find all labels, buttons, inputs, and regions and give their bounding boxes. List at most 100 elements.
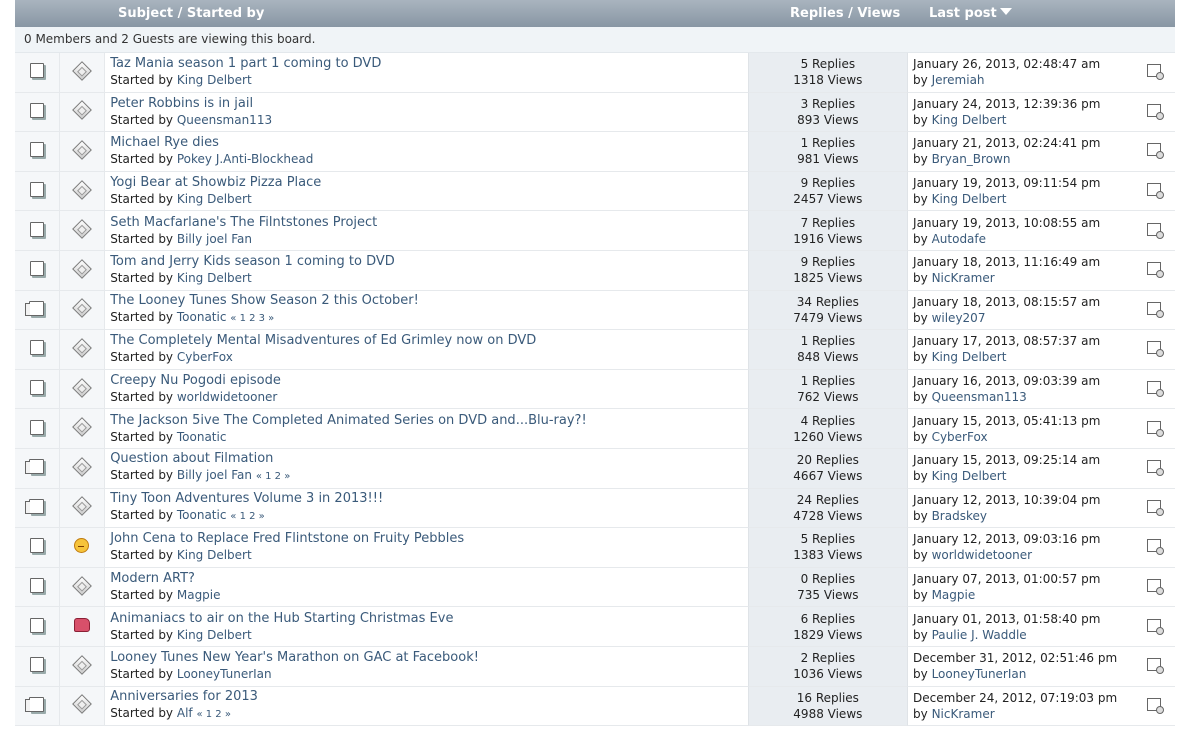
starter-link[interactable]: Alf bbox=[177, 706, 193, 720]
starter-link[interactable]: King Delbert bbox=[177, 548, 252, 562]
last-poster-link[interactable]: King Delbert bbox=[932, 350, 1007, 364]
last-poster-link[interactable]: wiley207 bbox=[932, 311, 986, 325]
subject-cell: The Completely Mental Misadventures of E… bbox=[105, 330, 749, 370]
topic-icon-cell bbox=[15, 250, 60, 291]
go-to-last-post-icon[interactable] bbox=[1147, 499, 1165, 516]
go-to-last-post-icon[interactable] bbox=[1147, 420, 1165, 437]
starter-link[interactable]: CyberFox bbox=[177, 350, 233, 364]
topic-subject-link[interactable]: Peter Robbins is in jail bbox=[110, 96, 747, 112]
go-to-last-post-icon[interactable] bbox=[1147, 103, 1165, 120]
go-to-last-post-cell bbox=[1133, 686, 1175, 727]
diamond-message-icon bbox=[71, 377, 92, 398]
started-by-label: Started by bbox=[110, 390, 177, 405]
page-links[interactable]: « 1 2 » bbox=[256, 471, 291, 482]
go-to-last-post-icon[interactable] bbox=[1147, 143, 1165, 160]
starter-link[interactable]: Toonatic bbox=[177, 310, 227, 324]
go-to-last-post-cell bbox=[1133, 53, 1175, 93]
last-poster-link[interactable]: King Delbert bbox=[932, 469, 1007, 483]
starter-link[interactable]: King Delbert bbox=[177, 271, 252, 285]
go-to-last-post-icon[interactable] bbox=[1147, 183, 1165, 200]
sort-replies-link[interactable]: Replies / Views bbox=[790, 6, 900, 21]
last-poster-link[interactable]: CyberFox bbox=[932, 430, 988, 444]
subject-cell: The Looney Tunes Show Season 2 this Octo… bbox=[105, 290, 749, 331]
topic-subject-link[interactable]: Creepy Nu Pogodi episode bbox=[110, 373, 747, 389]
last-poster-link[interactable]: Bradskey bbox=[932, 509, 987, 523]
go-to-last-post-icon[interactable] bbox=[1147, 658, 1165, 675]
last-poster-link[interactable]: NicKramer bbox=[932, 271, 995, 285]
topic-subject-link[interactable]: Anniversaries for 2013 bbox=[110, 689, 747, 705]
views-count: 1825 Views bbox=[793, 271, 863, 286]
starter-link[interactable]: worldwidetooner bbox=[177, 390, 278, 404]
topic-subject-link[interactable]: The Looney Tunes Show Season 2 this Octo… bbox=[110, 293, 747, 309]
go-to-last-post-icon[interactable] bbox=[1147, 460, 1165, 477]
go-to-last-post-icon[interactable] bbox=[1147, 618, 1165, 635]
subject-cell: Modern ART? Started by Magpie bbox=[105, 567, 749, 608]
starter-link[interactable]: Billy joel Fan bbox=[177, 468, 252, 482]
starter-link[interactable]: King Delbert bbox=[177, 192, 252, 206]
topic-table: Taz Mania season 1 part 1 coming to DVD S… bbox=[15, 53, 1175, 727]
last-poster-link[interactable]: NicKramer bbox=[932, 707, 995, 721]
go-to-last-post-icon[interactable] bbox=[1147, 262, 1165, 279]
single-page-topic-icon bbox=[29, 617, 44, 633]
go-to-last-post-icon[interactable] bbox=[1147, 697, 1165, 714]
last-poster-link[interactable]: Autodafe bbox=[932, 232, 986, 246]
starter-link[interactable]: Toonatic bbox=[177, 508, 227, 522]
replies-count: 1 Replies bbox=[800, 374, 856, 389]
page-links[interactable]: « 1 2 » bbox=[196, 709, 231, 720]
page-links[interactable]: « 1 2 3 » bbox=[230, 313, 274, 324]
topic-subject-link[interactable]: Michael Rye dies bbox=[110, 135, 747, 151]
last-post-date: December 31, 2012, 02:51:46 pm bbox=[913, 651, 1118, 666]
last-poster-link[interactable]: LooneyTunerIan bbox=[932, 667, 1027, 681]
page-links[interactable]: « 1 2 » bbox=[230, 511, 265, 522]
go-to-last-post-icon[interactable] bbox=[1147, 64, 1165, 81]
last-poster-link[interactable]: worldwidetooner bbox=[932, 548, 1033, 562]
starter-link[interactable]: Queensman113 bbox=[177, 113, 272, 127]
go-to-last-post-icon[interactable] bbox=[1147, 539, 1165, 556]
last-post-cell: January 19, 2013, 10:08:55 am by Autodafe bbox=[908, 211, 1134, 251]
started-by-label: Started by bbox=[110, 350, 177, 365]
starter-link[interactable]: King Delbert bbox=[177, 628, 252, 642]
starter-link[interactable]: Magpie bbox=[177, 588, 221, 602]
last-poster-link[interactable]: King Delbert bbox=[932, 192, 1007, 206]
started-by-label: Started by bbox=[110, 429, 177, 444]
go-to-last-post-icon[interactable] bbox=[1147, 341, 1165, 358]
last-poster-link[interactable]: Paulie J. Waddle bbox=[932, 628, 1027, 642]
go-to-last-post-icon[interactable] bbox=[1147, 579, 1165, 596]
topic-subject-link[interactable]: Question about Filmation bbox=[110, 451, 747, 467]
topic-subject-link[interactable]: Taz Mania season 1 part 1 coming to DVD bbox=[110, 56, 747, 72]
topic-subject-link[interactable]: Looney Tunes New Year's Marathon on GAC … bbox=[110, 650, 747, 666]
starter-link[interactable]: Billy joel Fan bbox=[177, 232, 252, 246]
started-by: Started by Toonatic « 1 2 3 » bbox=[110, 309, 747, 327]
starter-link[interactable]: King Delbert bbox=[177, 73, 252, 87]
views-count: 4667 Views bbox=[793, 469, 863, 484]
sort-subject-link[interactable]: Subject / Started by bbox=[118, 6, 264, 21]
topic-subject-link[interactable]: Seth Macfarlane's The Filntstones Projec… bbox=[110, 215, 747, 231]
last-poster-link[interactable]: Jeremiah bbox=[932, 73, 985, 87]
topic-row: Tiny Toon Adventures Volume 3 in 2013!!!… bbox=[15, 488, 1175, 529]
single-page-topic-icon bbox=[29, 102, 44, 118]
starter-link[interactable]: Toonatic bbox=[177, 430, 227, 444]
sort-last-post-link[interactable]: Last post bbox=[929, 6, 1012, 21]
go-to-last-post-icon[interactable] bbox=[1147, 381, 1165, 398]
message-icon-cell bbox=[59, 92, 106, 133]
topic-subject-link[interactable]: The Completely Mental Misadventures of E… bbox=[110, 333, 747, 349]
subject-cell: Creepy Nu Pogodi episode Started by world… bbox=[105, 369, 749, 410]
topic-subject-link[interactable]: Modern ART? bbox=[110, 571, 747, 587]
go-to-last-post-icon[interactable] bbox=[1147, 222, 1165, 239]
starter-link[interactable]: Pokey J.Anti-Blockhead bbox=[177, 152, 314, 166]
last-poster-link[interactable]: Magpie bbox=[932, 588, 976, 602]
last-poster-link[interactable]: King Delbert bbox=[932, 113, 1007, 127]
last-poster-link[interactable]: Bryan_Brown bbox=[932, 152, 1011, 166]
views-count: 893 Views bbox=[797, 112, 859, 127]
last-poster-link[interactable]: Queensman113 bbox=[932, 390, 1027, 404]
go-to-last-post-icon[interactable] bbox=[1147, 301, 1165, 318]
topic-subject-link[interactable]: The Jackson 5ive The Completed Animated … bbox=[110, 413, 747, 429]
message-icon-cell bbox=[59, 528, 106, 568]
topic-subject-link[interactable]: Yogi Bear at Showbiz Pizza Place bbox=[110, 175, 747, 191]
starter-link[interactable]: LooneyTunerIan bbox=[177, 667, 272, 681]
topic-subject-link[interactable]: Tiny Toon Adventures Volume 3 in 2013!!! bbox=[110, 491, 747, 507]
topic-subject-link[interactable]: John Cena to Replace Fred Flintstone on … bbox=[110, 531, 747, 547]
topic-subject-link[interactable]: Tom and Jerry Kids season 1 coming to DV… bbox=[110, 254, 747, 270]
topic-subject-link[interactable]: Animaniacs to air on the Hub Starting Ch… bbox=[110, 611, 747, 627]
started-by: Started by King Delbert bbox=[110, 191, 747, 207]
